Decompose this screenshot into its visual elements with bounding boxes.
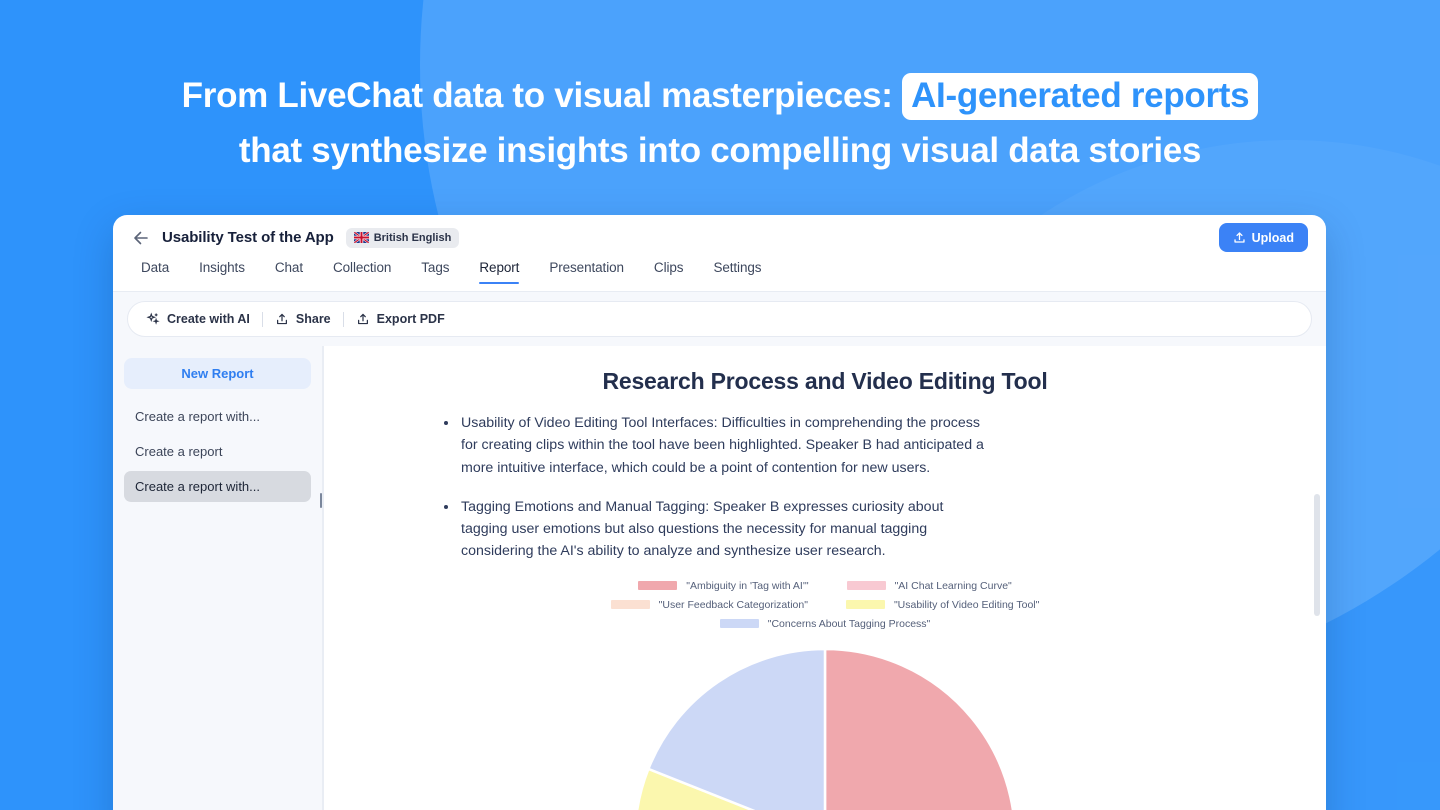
sparkle-icon <box>146 312 160 325</box>
uk-flag-icon <box>353 232 369 243</box>
document-scrollbar[interactable] <box>1314 494 1320 616</box>
legend-label-concerns: "Concerns About Tagging Process" <box>767 617 931 630</box>
report-document-pane: Research Process and Video Editing Tool … <box>324 346 1326 810</box>
legend-label-user-feedback: "User Feedback Categorization" <box>658 598 808 611</box>
legend-label-usability: "Usability of Video Editing Tool" <box>893 598 1040 611</box>
create-with-ai-label: Create with AI <box>167 312 250 326</box>
sidebar-item-report-1[interactable]: Create a report with... <box>124 401 311 432</box>
legend-swatch-ai-chat <box>846 581 886 591</box>
report-bullet-list: Usability of Video Editing Tool Interfac… <box>444 412 1266 563</box>
tab-chat[interactable]: Chat <box>260 260 318 284</box>
tab-clips[interactable]: Clips <box>639 260 699 284</box>
report-page: Research Process and Video Editing Tool … <box>324 346 1326 810</box>
app-header: Usability Test of the App British Englis… <box>113 215 1326 260</box>
chart-legend-row-1: "Ambiguity in 'Tag with AI'" "AI Chat Le… <box>601 580 1049 592</box>
tab-insights[interactable]: Insights <box>184 260 260 284</box>
upload-icon <box>1234 232 1245 243</box>
chart-legend-row-3: "Concerns About Tagging Process" <box>601 618 1049 630</box>
tab-presentation[interactable]: Presentation <box>534 260 639 284</box>
tab-collection[interactable]: Collection <box>318 260 406 284</box>
pie-slice-ambiguity <box>823 647 1015 810</box>
tab-settings[interactable]: Settings <box>698 260 776 284</box>
headline-line-1: From LiveChat data to visual masterpiece… <box>0 68 1440 123</box>
report-bullet-2: Tagging Emotions and Manual Tagging: Spe… <box>444 496 992 563</box>
page-title: Usability Test of the App <box>162 229 334 246</box>
share-button[interactable]: Share <box>263 312 343 326</box>
share-label: Share <box>295 312 331 326</box>
new-report-button[interactable]: New Report <box>124 358 311 389</box>
legend-label-ai-chat: "AI Chat Learning Curve" <box>894 579 1012 592</box>
pie-chart-block: "Ambiguity in 'Tag with AI'" "AI Chat Le… <box>384 580 1266 810</box>
screenshot-root: From LiveChat data to visual masterpiece… <box>0 0 1440 810</box>
language-badge-label: British English <box>373 231 452 244</box>
app-window: Usability Test of the App British Englis… <box>113 215 1326 810</box>
chart-legend-row-2: "User Feedback Categorization" "Usabilit… <box>601 599 1049 611</box>
headline-line-1-text: From LiveChat data to visual masterpiece… <box>181 76 893 115</box>
legend-item-usability-video-editing-tool[interactable]: "Usability of Video Editing Tool" <box>845 598 1040 611</box>
export-icon <box>357 313 368 325</box>
report-sidebar: New Report Create a report with... Creat… <box>113 346 322 810</box>
legend-item-concerns-tagging-process[interactable]: "Concerns About Tagging Process" <box>719 617 931 630</box>
export-pdf-button[interactable]: Export PDF <box>344 312 457 326</box>
headline-line-2: that synthesize insights into compelling… <box>238 131 1202 170</box>
pie-chart[interactable] <box>630 644 1020 810</box>
marketing-headline: From LiveChat data to visual masterpiece… <box>0 68 1440 178</box>
chart-legend: "Ambiguity in 'Tag with AI'" "AI Chat Le… <box>601 580 1049 630</box>
sidebar-item-report-3[interactable]: Create a report with... <box>124 471 311 502</box>
tab-tags[interactable]: Tags <box>406 260 464 284</box>
tab-data[interactable]: Data <box>130 260 184 284</box>
report-bullet-1: Usability of Video Editing Tool Interfac… <box>444 412 992 479</box>
headline-highlight: AI-generated reports <box>902 73 1259 120</box>
language-badge[interactable]: British English <box>345 227 460 248</box>
upload-button-label: Upload <box>1251 230 1294 245</box>
back-arrow-icon[interactable] <box>130 227 152 249</box>
legend-swatch-ambiguity <box>638 581 678 591</box>
legend-item-user-feedback-categorization[interactable]: "User Feedback Categorization" <box>610 598 808 611</box>
upload-button[interactable]: Upload <box>1218 223 1308 252</box>
legend-label-ambiguity: "Ambiguity in 'Tag with AI'" <box>686 579 809 592</box>
export-pdf-label: Export PDF <box>376 312 445 326</box>
handle-bar-1 <box>320 492 322 508</box>
legend-item-ai-chat-learning-curve[interactable]: "AI Chat Learning Curve" <box>846 579 1012 592</box>
pie-chart-svg <box>635 647 1015 810</box>
sidebar-item-report-2[interactable]: Create a report <box>124 436 311 467</box>
legend-item-ambiguity-tag-with-ai[interactable]: "Ambiguity in 'Tag with AI'" <box>638 579 809 592</box>
report-heading: Research Process and Video Editing Tool <box>602 368 1048 394</box>
tab-bar: Data Insights Chat Collection Tags Repor… <box>113 260 1326 292</box>
legend-swatch-usability <box>845 600 885 610</box>
share-icon <box>276 313 287 325</box>
legend-swatch-user-feedback <box>610 600 650 610</box>
legend-swatch-concerns <box>719 619 759 629</box>
app-body: New Report Create a report with... Creat… <box>113 346 1326 810</box>
report-toolbar: Create with AI Share Export PDF <box>127 301 1312 337</box>
tab-report[interactable]: Report <box>464 260 534 284</box>
toolbar-region: Create with AI Share Export PDF <box>113 292 1326 346</box>
create-with-ai-button[interactable]: Create with AI <box>144 312 262 326</box>
